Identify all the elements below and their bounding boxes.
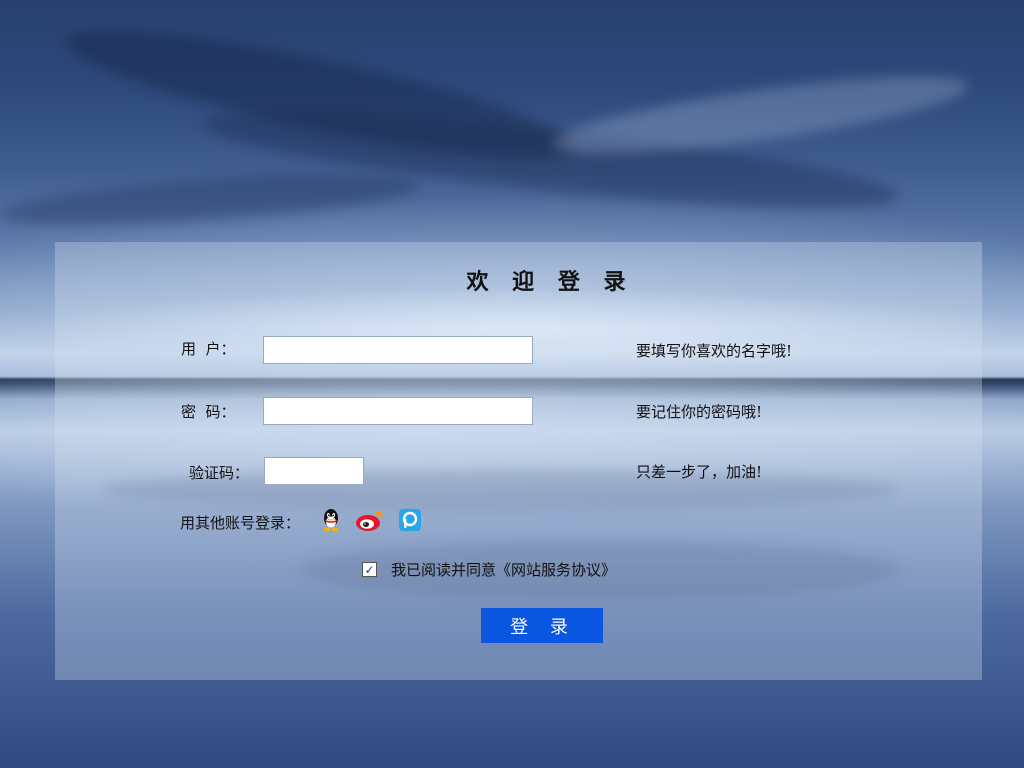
username-input[interactable] (263, 336, 533, 364)
social-login-label: 用其他账号登录： (180, 514, 301, 532)
login-button[interactable]: 登 录 (481, 608, 603, 643)
agreement-text: 我已阅读并同意 (391, 561, 497, 579)
checkmark-icon: ✓ (364, 562, 375, 577)
password-hint: 要记住你的密码哦! (636, 403, 763, 421)
qq-icon[interactable] (319, 508, 343, 532)
captcha-input[interactable] (264, 457, 364, 485)
page-title: 欢 迎 登 录 (466, 269, 634, 295)
username-hint: 要填写你喜欢的名字哦! (636, 342, 793, 360)
renren-icon[interactable] (398, 508, 422, 532)
password-label: 密 码： (181, 403, 236, 421)
captcha-label: 验证码： (189, 464, 250, 482)
cloud-shape (548, 61, 972, 169)
weibo-icon[interactable] (354, 508, 386, 532)
captcha-hint: 只差一步了，加油! (636, 463, 763, 481)
agreement-row: ✓ 我已阅读并同意 《网站服务协议》 (362, 559, 616, 580)
username-label: 用 户： (181, 340, 236, 358)
password-input[interactable] (263, 397, 533, 425)
terms-link[interactable]: 《网站服务协议》 (496, 559, 616, 580)
agreement-checkbox[interactable]: ✓ (362, 562, 377, 577)
cloud-shape (0, 165, 421, 235)
